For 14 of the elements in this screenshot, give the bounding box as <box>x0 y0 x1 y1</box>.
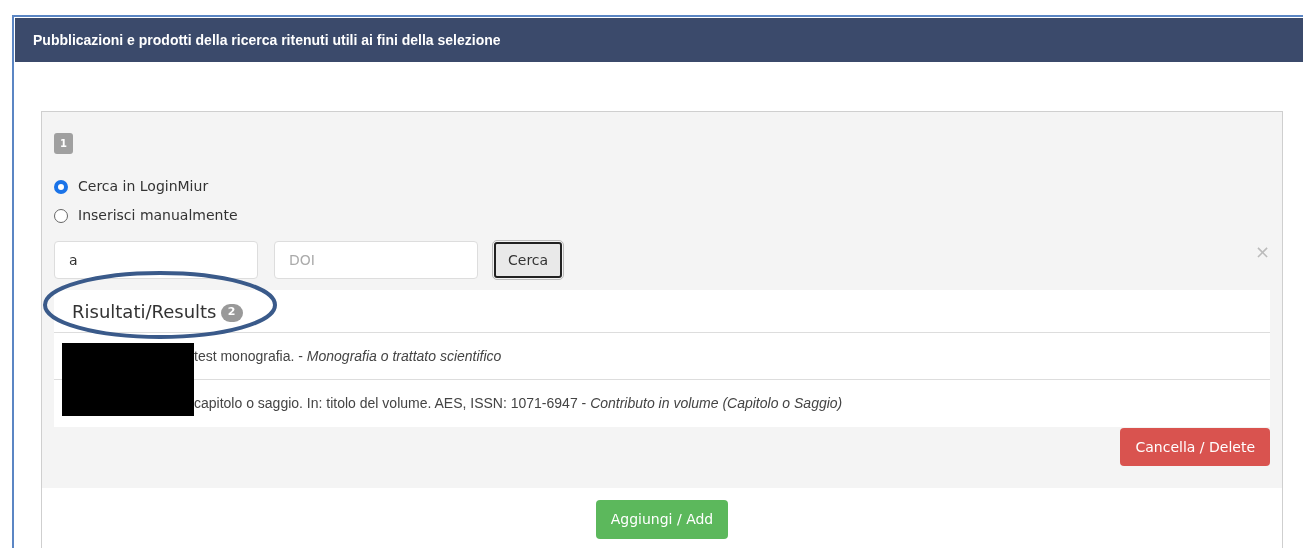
radio-label: Inserisci manualmente <box>78 206 238 225</box>
radio-button[interactable] <box>54 208 68 223</box>
doi-field[interactable]: DOI <box>274 241 478 279</box>
search-button[interactable]: Cerca <box>494 242 563 278</box>
result-item[interactable]: test monografia. - Monografia o trattato scientifico <box>194 345 502 367</box>
result-item[interactable]: capitolo o saggio. In: titolo del volume. AES, ISSN: 1071-6947 - Contributo in volume (Capitolo o Saggio) <box>194 393 843 414</box>
radio-label: Cerca in LoginMiur <box>78 177 209 196</box>
delete-button[interactable]: Cancella / Delete <box>1120 428 1270 466</box>
results-count-badge: 2 <box>220 303 243 322</box>
item-number-badge: 1 <box>54 133 73 154</box>
radio-button[interactable] <box>54 179 68 194</box>
results-heading: Risultati/Results <box>72 299 217 324</box>
search-field[interactable]: a <box>54 241 258 279</box>
panel-title: Pubblicazioni e prodotti della ricerca ritenuti utili ai fini della selezione <box>33 30 501 50</box>
